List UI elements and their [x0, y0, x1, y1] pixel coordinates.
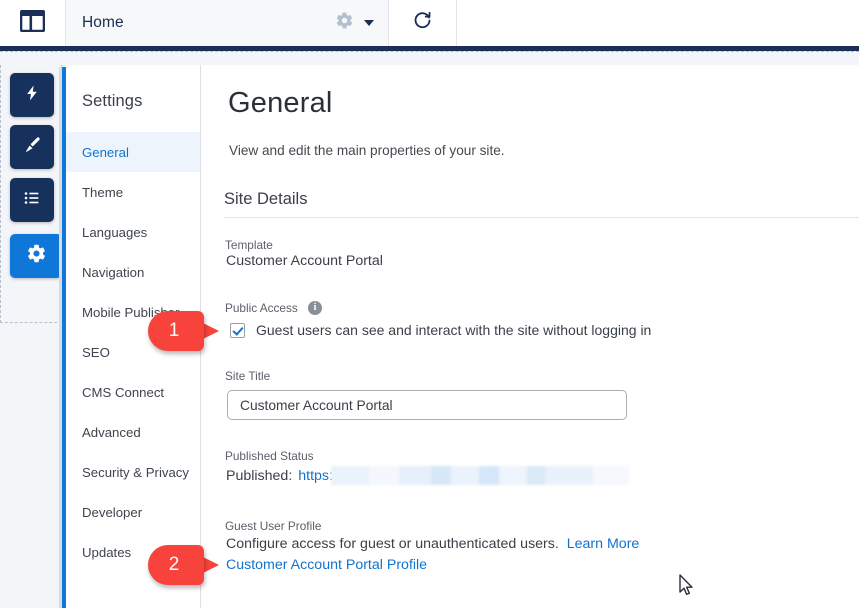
guest-description-text: Configure access for guest or unauthenti…: [226, 536, 559, 552]
sidebar-item-label: General: [82, 144, 129, 160]
sidebar-item-label: Navigation: [82, 264, 145, 280]
builder-dashed-region: [0, 51, 859, 65]
page-title: General: [228, 87, 333, 119]
callout-number: 1: [168, 320, 180, 341]
sidebar-item-languages[interactable]: Languages: [66, 212, 200, 252]
sidebar-item-general[interactable]: General: [66, 132, 200, 172]
builder-app-logo[interactable]: [0, 0, 66, 46]
callout-marker-2: 2: [148, 545, 220, 585]
public-access-checkbox-row[interactable]: Guest users can see and interact with th…: [230, 322, 651, 338]
general-settings-content: General View and edit the main propertie…: [201, 65, 859, 608]
published-url-link[interactable]: https:: [298, 468, 333, 484]
sidebar-item-advanced[interactable]: Advanced: [66, 412, 200, 452]
published-prefix: Published:: [226, 468, 293, 484]
gear-icon[interactable]: [335, 11, 354, 35]
section-heading-site-details: Site Details: [224, 190, 308, 208]
settings-nav-list: General Theme Languages Navigation Mobil…: [66, 132, 200, 572]
public-access-checkbox-label: Guest users can see and interact with th…: [256, 322, 652, 338]
sidebar-item-label: CMS Connect: [82, 384, 165, 400]
site-title-input[interactable]: [227, 390, 627, 420]
callout-marker-1: 1: [148, 311, 220, 351]
page-settings-group: [335, 0, 374, 46]
site-title-label: Site Title: [225, 369, 271, 383]
guest-user-profile-description: Configure access for guest or unauthenti…: [226, 536, 639, 552]
page-description: View and edit the main properties of you…: [229, 143, 505, 158]
builder-layout-icon: [19, 9, 46, 37]
sidebar-item-label: SEO: [82, 344, 110, 360]
top-bar-empty-area: [457, 0, 859, 46]
sidebar-item-security-privacy[interactable]: Security & Privacy: [66, 452, 200, 492]
sidebar-item-navigation[interactable]: Navigation: [66, 252, 200, 292]
sidebar-item-label: Languages: [82, 224, 148, 240]
published-status-label: Published Status: [225, 449, 314, 463]
sidebar-item-developer[interactable]: Developer: [66, 492, 200, 532]
sidebar-item-label: Security & Privacy: [82, 464, 189, 480]
rail-dashed-outline: [0, 65, 62, 323]
public-access-label: Public Access: [225, 301, 298, 315]
settings-panel-title: Settings: [82, 92, 143, 110]
sidebar-item-label: Developer: [82, 504, 143, 520]
redacted-url-blur: [331, 466, 629, 485]
info-icon[interactable]: i: [308, 301, 322, 315]
page-tab-home[interactable]: Home: [66, 0, 389, 46]
mouse-cursor: [679, 574, 695, 602]
top-header-bar: Home: [0, 0, 859, 46]
section-divider: [224, 217, 859, 218]
sidebar-item-label: Updates: [82, 544, 132, 560]
guest-profile-link[interactable]: Customer Account Portal Profile: [226, 557, 427, 573]
sidebar-item-cms-connect[interactable]: CMS Connect: [66, 372, 200, 412]
chevron-down-icon[interactable]: [364, 20, 374, 26]
refresh-button[interactable]: [389, 0, 457, 46]
learn-more-link[interactable]: Learn More: [567, 536, 640, 552]
template-label: Template: [225, 238, 273, 252]
sidebar-item-label: Theme: [82, 184, 124, 200]
guest-user-profile-label: Guest User Profile: [225, 519, 322, 533]
page-tab-label: Home: [82, 14, 124, 31]
template-value: Customer Account Portal: [226, 253, 383, 269]
refresh-icon: [412, 10, 433, 36]
published-status-row: Published: https:: [226, 468, 333, 484]
sidebar-item-label: Advanced: [82, 424, 141, 440]
public-access-checkbox[interactable]: [230, 322, 245, 338]
sidebar-item-theme[interactable]: Theme: [66, 172, 200, 212]
callout-number: 2: [168, 554, 180, 575]
